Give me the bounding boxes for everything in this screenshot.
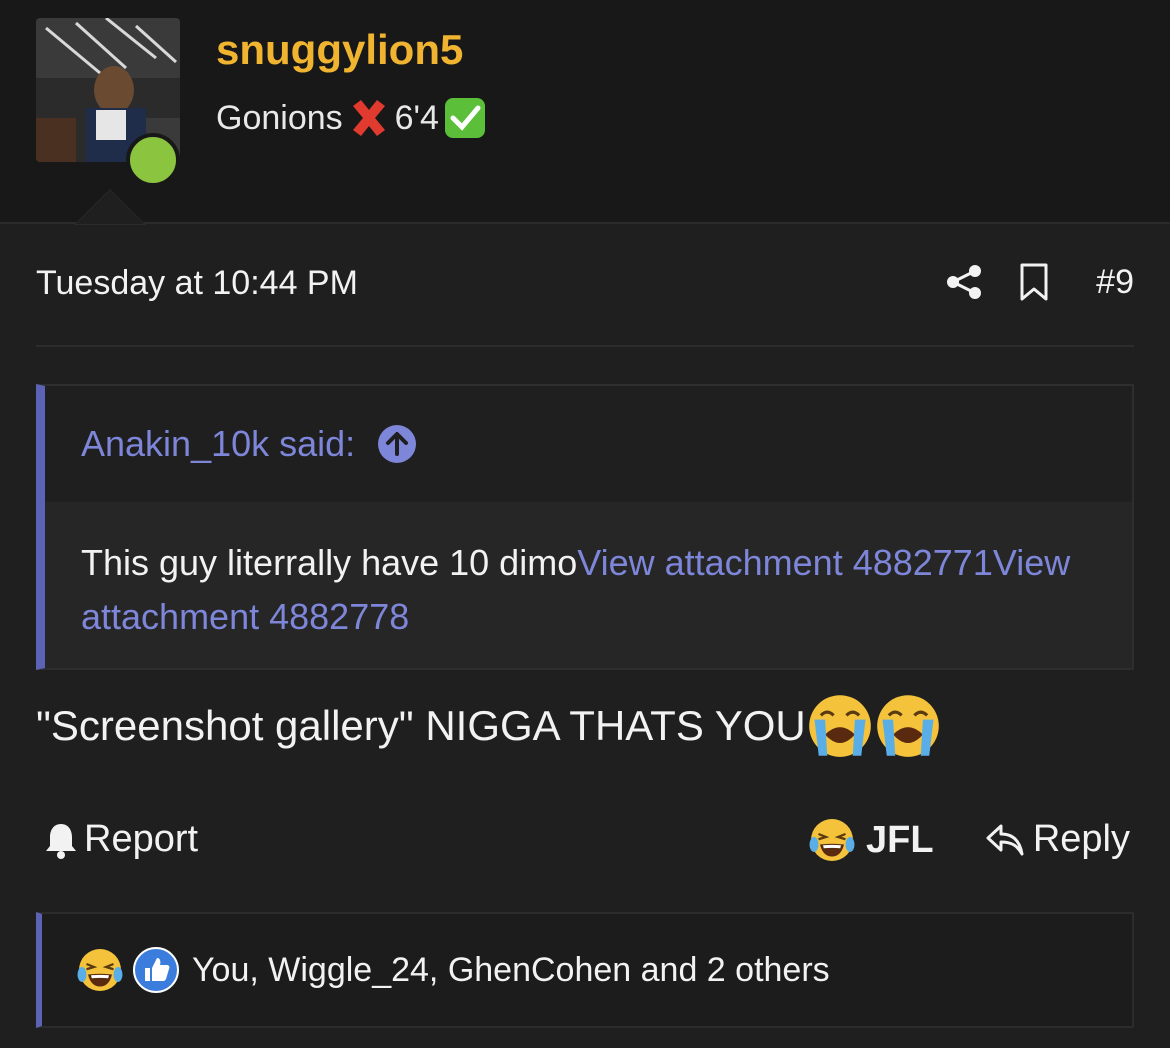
jfl-reaction-button[interactable]: JFL [808, 816, 934, 864]
laughing-face-icon [808, 816, 856, 864]
crying-face-icon [874, 692, 942, 760]
crying-face-icon [806, 692, 874, 760]
attachment-link-1[interactable]: View attachment 4882771 [577, 542, 993, 583]
post-body: "Screenshot gallery" NIGGA THATS YOU [36, 692, 942, 760]
reply-button[interactable]: Reply [985, 818, 1130, 861]
reply-label: Reply [1032, 818, 1130, 860]
online-status-dot [126, 133, 180, 187]
post-meta: Tuesday at 10:44 PM #9 [36, 252, 1134, 316]
post-timestamp[interactable]: Tuesday at 10:44 PM [36, 264, 358, 303]
meta-divider [36, 345, 1134, 347]
quote-header[interactable]: Anakin_10k said: [45, 386, 1132, 502]
post-number[interactable]: #9 [1096, 263, 1134, 302]
laughing-face-icon [76, 946, 124, 994]
bookmark-icon[interactable] [1014, 262, 1054, 302]
user-title-part1: Gonions [216, 98, 343, 137]
quote-block: Anakin_10k said: This guy literrally hav… [36, 384, 1134, 670]
header-caret [76, 190, 144, 224]
reactions-text[interactable]: You, Wiggle_24, GhenCohen and 2 others [192, 951, 830, 990]
post-text: "Screenshot gallery" NIGGA THATS YOU [36, 702, 806, 749]
red-cross-icon [352, 100, 385, 136]
green-check-icon [444, 98, 485, 138]
reply-icon [986, 824, 1024, 855]
post-meta-actions: #9 [914, 262, 1134, 302]
post-footer: Report JFL Reply [36, 810, 1134, 870]
jfl-label: JFL [866, 818, 934, 861]
user-header: snuggylion5 Gonions 6'4 [0, 0, 1170, 225]
like-icon [133, 947, 179, 993]
username[interactable]: snuggylion5 [216, 26, 463, 74]
quote-text: This guy literrally have 10 dimo [81, 542, 578, 583]
user-title: Gonions 6'4 [216, 96, 491, 140]
report-button[interactable]: Report [44, 818, 198, 861]
user-title-part2: 6'4 [394, 98, 439, 137]
share-icon[interactable] [944, 262, 984, 302]
arrow-up-circle-icon[interactable] [377, 424, 417, 464]
quote-author[interactable]: Anakin_10k said: [81, 423, 355, 465]
bell-icon [46, 823, 76, 859]
quote-body: This guy literrally have 10 dimoView att… [45, 502, 1132, 644]
reactions-bar[interactable]: You, Wiggle_24, GhenCohen and 2 others [36, 912, 1134, 1028]
report-label: Report [84, 818, 199, 860]
